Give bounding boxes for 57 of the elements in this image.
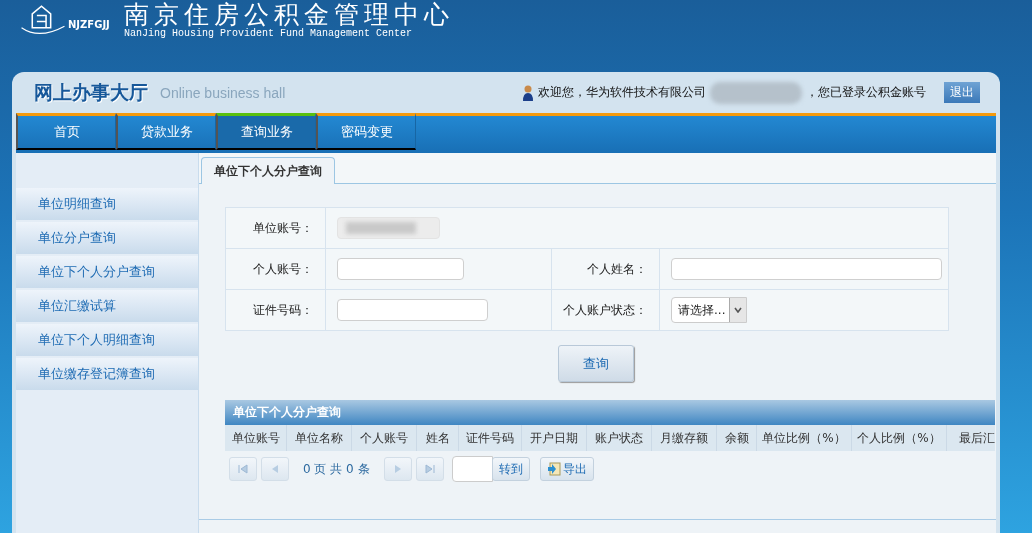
status-dropdown[interactable]: 请选择... — [671, 297, 748, 323]
field-label: 个人姓名： — [587, 261, 647, 276]
field-label: 单位账号： — [253, 220, 313, 235]
column-header: 余额 — [724, 429, 749, 447]
grid-title: 单位下个人分户查询 — [233, 404, 341, 421]
personal-account-field[interactable] — [337, 258, 464, 280]
first-page-button[interactable] — [229, 457, 257, 481]
field-label: 个人账号： — [253, 261, 313, 276]
sidebar-item[interactable]: 单位缴存登记簿查询 — [16, 358, 198, 390]
column-header: 单位比例（%） — [762, 429, 846, 447]
unit-account-field[interactable] — [337, 217, 440, 239]
sidebar-item[interactable]: 单位下个人明细查询 — [16, 324, 198, 356]
previous-page-button[interactable] — [261, 457, 289, 481]
field-label: 个人账户状态： — [563, 302, 647, 317]
nav-tab[interactable]: 首页 — [16, 113, 116, 150]
nav-tab[interactable]: 密码变更 — [316, 113, 416, 150]
field-label: 证件号码： — [253, 302, 313, 317]
first-page-icon — [238, 464, 248, 474]
nav-tab[interactable]: 查询业务 — [216, 113, 316, 150]
column-header: 单位名称 — [295, 429, 343, 447]
welcome-text: 欢迎您，华为软件技术有限公司 — [538, 84, 706, 101]
logout-button[interactable]: 退出 — [944, 82, 980, 103]
sidebar-item[interactable]: 单位分户查询 — [16, 222, 198, 254]
column-header: 个人比例（%） — [857, 429, 941, 447]
login-status-text: ，您已登录公积金账号 — [806, 84, 926, 101]
query-button[interactable]: 查询 — [558, 345, 634, 382]
site-subtitle: NanJing Housing Provident Fund Management Center — [124, 28, 413, 39]
caret-icon — [734, 307, 743, 313]
export-button[interactable]: 导出 — [539, 457, 594, 481]
last-page-button[interactable] — [415, 457, 444, 481]
export-icon — [546, 462, 561, 476]
last-page-icon — [424, 464, 435, 474]
column-header: 账户状态 — [595, 429, 643, 447]
column-header: 月缴存额 — [660, 429, 708, 447]
previous-icon — [271, 464, 279, 474]
sidebar-item[interactable]: 单位明细查询 — [16, 188, 198, 220]
page-info: 0 页 共 0 条 — [303, 460, 370, 478]
sidebar-item[interactable]: 单位汇缴试算 — [16, 290, 198, 322]
column-header: 最后汇 — [958, 429, 995, 447]
column-header: 姓名 — [425, 429, 450, 447]
goto-button[interactable]: 转到 — [491, 457, 530, 481]
user-icon — [522, 84, 534, 101]
column-header: 个人账号 — [360, 429, 408, 447]
column-header: 单位账号 — [231, 429, 280, 447]
hall-title: 网上办事大厅 — [34, 79, 148, 105]
logo-text: NJZFGJJ — [68, 18, 110, 30]
next-icon — [393, 464, 402, 474]
next-page-button[interactable] — [383, 457, 412, 481]
site-title: 南京住房公积金管理中心 — [124, 0, 454, 29]
column-header: 开户日期 — [530, 429, 578, 447]
name-field[interactable] — [671, 258, 942, 280]
column-header: 证件号码 — [466, 429, 514, 447]
page-number-field[interactable] — [451, 456, 493, 482]
sidebar-item[interactable]: 单位下个人分户查询 — [16, 256, 198, 288]
id-number-field[interactable] — [337, 299, 488, 321]
tab[interactable]: 单位下个人分户查询 — [201, 157, 335, 184]
hall-subtitle: Online business hall — [160, 84, 286, 101]
